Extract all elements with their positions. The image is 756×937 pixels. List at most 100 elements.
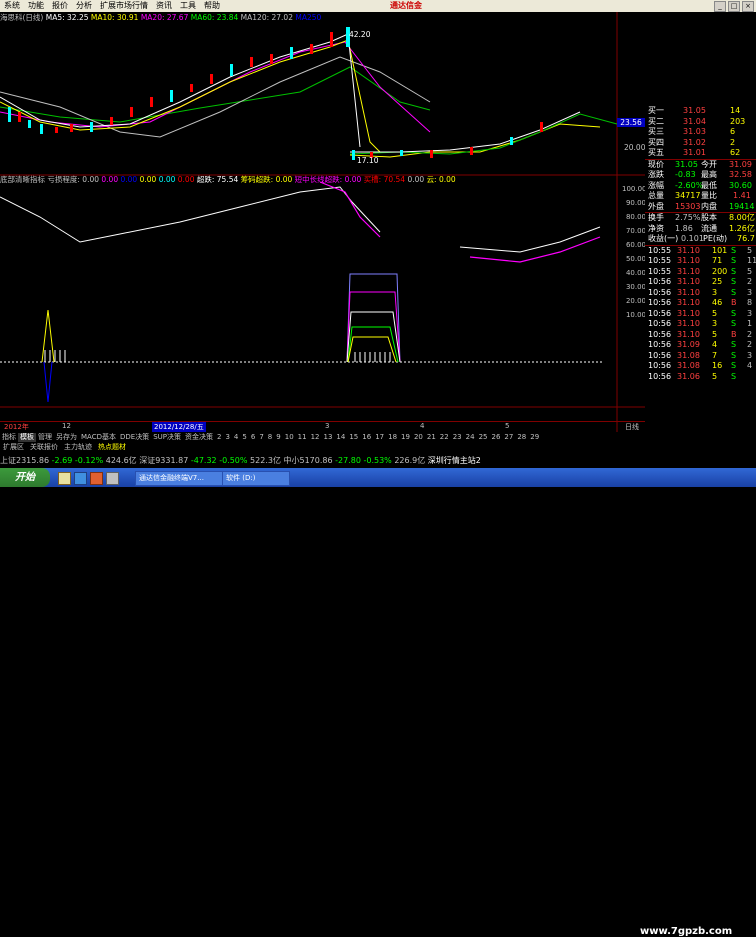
menu-bar: 系统 功能 报价 分析 扩展市场行情 资讯 工具 帮助 通达信金 _ □ × — [0, 0, 756, 12]
quote-row-outer: 外盘 15303 内盘 19414 — [648, 201, 755, 211]
tab-num[interactable]: 26 — [489, 433, 502, 442]
menu-help[interactable]: 帮助 — [200, 0, 224, 12]
ind-buy: 买槽: 70.54 — [363, 175, 406, 184]
quicklaunch-icon[interactable] — [106, 472, 119, 485]
tab-num[interactable]: 18 — [386, 433, 399, 442]
menu-function[interactable]: 功能 — [24, 0, 48, 12]
tick-row: 10:55 31.10 200 S 5 — [648, 266, 753, 276]
tab-sup[interactable]: SUP决策 — [151, 433, 183, 442]
tab-num[interactable]: 25 — [477, 433, 490, 442]
tick-row: 10:56 31.10 5 S 3 — [648, 308, 753, 318]
indicator-axis: 100.00 90.00 80.00 70.00 60.00 50.00 40.00 30.0… — [622, 185, 647, 319]
window-title: 通达信金 — [390, 1, 422, 10]
tab-num[interactable]: 24 — [464, 433, 477, 442]
sme-index[interactable]: 中小5170.86 — [284, 456, 333, 465]
tick-row: 10:56 31.10 25 S 2 — [648, 277, 753, 286]
sh-index[interactable]: 上证2315.86 — [0, 456, 49, 465]
tab-num[interactable]: 3 — [223, 433, 231, 442]
tab-extension[interactable]: 扩展区 — [0, 443, 27, 452]
sz-index[interactable]: 深证9331.87 — [139, 456, 188, 465]
tab-num[interactable]: 22 — [438, 433, 451, 442]
tab-num[interactable]: 2 — [215, 433, 223, 442]
quicklaunch-icon[interactable] — [58, 472, 71, 485]
task-software-drive[interactable]: 软件 (D:) — [222, 471, 290, 486]
tab-num[interactable]: 4 — [232, 433, 240, 442]
stock-name: 海思科(日线) — [0, 13, 44, 22]
tab-num[interactable]: 16 — [360, 433, 373, 442]
menu-analysis[interactable]: 分析 — [72, 0, 96, 12]
tab-num[interactable]: 17 — [373, 433, 386, 442]
quote-row-earnings: 收益(一) 0.101 PE(动) 76.7 — [648, 234, 755, 243]
ind-chip-oversold: 筹码超跌: 0.00 — [240, 175, 293, 184]
quicklaunch-icon[interactable] — [74, 472, 87, 485]
ind-v4: 0.00 — [158, 175, 176, 184]
bottom-indicator-bar: 底部清晰指标 亏损程度: 0.00 0.00 0.00 0.00 0.00 0.… — [0, 175, 615, 185]
tick-row: 10:56 31.08 7 S 3 — [648, 350, 753, 360]
tab-num[interactable]: 6 — [249, 433, 257, 442]
tab-num[interactable]: 21 — [425, 433, 438, 442]
tick-list[interactable]: 10:55 31.10 101 S 5 10:55 31.10 71 S 11 10:55 31.… — [645, 246, 756, 383]
tab-num[interactable]: 8 — [266, 433, 274, 442]
tab-num[interactable]: 29 — [528, 433, 541, 442]
ind-oversold: 超跌: 75.54 — [196, 175, 239, 184]
tab-num[interactable]: 5 — [240, 433, 248, 442]
ind-v3: 0.00 — [139, 175, 157, 184]
tab-num[interactable]: 7 — [257, 433, 265, 442]
tab-indicator[interactable]: 指标 — [0, 433, 18, 442]
tab-num[interactable]: 27 — [502, 433, 515, 442]
site-watermark: www.7gpzb.com — [640, 926, 733, 937]
menu-quote[interactable]: 报价 — [48, 0, 72, 12]
quote-row-volume: 总量 34717 量比 1.41 — [648, 191, 751, 200]
maximize-button[interactable]: □ — [728, 1, 740, 12]
tab-template[interactable]: 模板 — [18, 433, 36, 442]
tab-num[interactable]: 20 — [412, 433, 425, 442]
tick-row: 10:56 31.06 5 S — [648, 371, 737, 381]
tab-main-force[interactable]: 主力轨迹 — [61, 443, 95, 452]
tab-num[interactable]: 23 — [451, 433, 464, 442]
order-row-bid5: 买五 31.01 62 — [648, 148, 741, 157]
tab-num[interactable]: 9 — [274, 433, 282, 442]
tab-num[interactable]: 10 — [283, 433, 296, 442]
tab-manage[interactable]: 管理 — [36, 433, 54, 442]
extension-tabs: 扩展区 关联报价 主力轨迹 热点题材 — [0, 443, 756, 452]
start-button[interactable]: 开始 — [0, 468, 50, 487]
quicklaunch-icon[interactable] — [90, 472, 103, 485]
close-button[interactable]: × — [742, 1, 754, 12]
tab-num[interactable]: 14 — [334, 433, 347, 442]
ind-term-oversold: 短中长线超跌: 0.00 — [294, 175, 362, 184]
tab-num[interactable]: 19 — [399, 433, 412, 442]
window-controls: _ □ × — [712, 1, 754, 12]
tick-row: 10:56 31.10 3 S 1 — [648, 319, 753, 328]
tab-dde[interactable]: DDE决策 — [118, 433, 151, 442]
tab-num[interactable]: 11 — [296, 433, 309, 442]
tab-related-quote[interactable]: 关联报价 — [27, 443, 61, 452]
menu-extended-market[interactable]: 扩展市场行情 — [96, 0, 152, 12]
menu-tools[interactable]: 工具 — [176, 0, 200, 12]
menu-system[interactable]: 系统 — [0, 0, 24, 12]
tab-num[interactable]: 28 — [515, 433, 528, 442]
chart-area[interactable] — [0, 12, 645, 433]
quote-row-change: 涨跌 -0.83 最高 32.58 — [648, 170, 752, 179]
tick-row: 10:56 31.09 4 S 2 — [648, 340, 753, 349]
market-status-bar: 上证2315.86 -2.69 -0.12% 424.6亿 深证9331.87 … — [0, 455, 756, 467]
tab-macd[interactable]: MACD基本 — [79, 433, 118, 442]
tab-num[interactable]: 15 — [347, 433, 360, 442]
ma-indicator-bar: 海思科(日线) MA5: 32.25 MA10: 30.91 MA20: 27.… — [0, 13, 430, 23]
high-price-label: 42.20 — [349, 30, 371, 39]
sh-pct: -0.12% — [74, 456, 104, 465]
tab-num[interactable]: 13 — [322, 433, 335, 442]
tick-row: 10:55 31.10 71 S 11 — [648, 256, 756, 265]
ma10-value: MA10: 30.91 — [90, 13, 139, 22]
sh-amount: 424.6亿 — [105, 456, 137, 465]
ma20-value: MA20: 27.67 — [140, 13, 189, 22]
minimize-button[interactable]: _ — [714, 1, 726, 12]
task-tdx-terminal[interactable]: 通达信金融终端V7... — [135, 471, 225, 486]
tab-hot-topics[interactable]: 热点题材 — [95, 443, 129, 452]
tab-fund[interactable]: 资金决策 — [183, 433, 215, 442]
tab-save-as[interactable]: 另存为 — [54, 433, 79, 442]
sz-change: -47.32 — [190, 456, 217, 465]
order-row-bid2: 买二 31.04 203 — [648, 116, 746, 126]
menu-info[interactable]: 资讯 — [152, 0, 176, 12]
quote-panel: 买一 31.05 14 买二 31.04 203 买三 31.03 6 买四 31.02 2… — [645, 106, 756, 426]
tab-num[interactable]: 12 — [309, 433, 322, 442]
